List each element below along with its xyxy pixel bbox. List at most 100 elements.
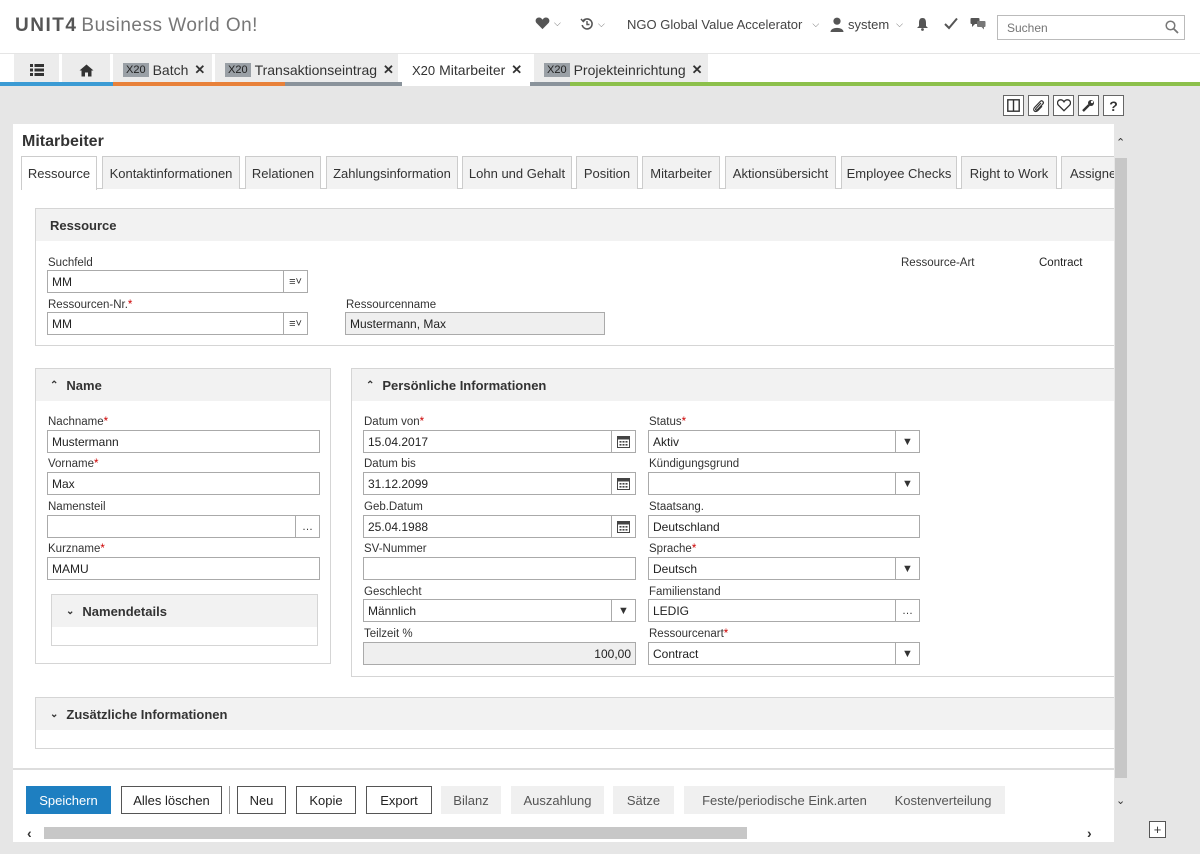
tab-ressource[interactable]: Ressource [21, 156, 97, 190]
paperclip-icon [1033, 99, 1044, 112]
geb-datum-input[interactable]: 25.04.1988 [363, 515, 636, 538]
history-menu[interactable]: ⌵ [580, 17, 605, 31]
question-icon: ? [1109, 97, 1118, 114]
staatsang-input[interactable]: Deutschland [648, 515, 920, 538]
tab-assignments[interactable]: Assigne [1061, 156, 1114, 189]
suchfeld-input[interactable]: MM ≡˅ [47, 270, 308, 293]
list-dropdown-icon[interactable]: ≡˅ [283, 313, 307, 334]
tab-kontaktinformationen[interactable]: Kontaktinformationen [102, 156, 240, 189]
nachname-label: Nachname* [48, 416, 109, 428]
close-icon[interactable]: ✕ [194, 62, 205, 78]
tab-relationen[interactable]: Relationen [245, 156, 321, 189]
familienstand-label: Familienstand [649, 586, 721, 598]
ressourcen-nr-input[interactable]: MM ≡˅ [47, 312, 308, 335]
close-icon[interactable]: ✕ [511, 62, 522, 78]
sprache-select[interactable]: Deutsch ▼ [648, 557, 920, 580]
vorname-input[interactable]: Max [47, 472, 320, 495]
attachments-button[interactable] [1028, 95, 1049, 116]
section-header[interactable]: ⌄ Namendetails [52, 595, 317, 627]
export-button[interactable]: Export [366, 786, 432, 814]
tab-right-to-work[interactable]: Right to Work [961, 156, 1057, 189]
geschlecht-select[interactable]: Männlich ▼ [363, 599, 636, 622]
fixed-income-types-button[interactable]: Feste/periodische Eink.arten [684, 786, 885, 814]
section-header[interactable]: ⌃ Name [36, 369, 330, 401]
calendar-icon[interactable] [611, 431, 635, 452]
kuendigungsgrund-select[interactable]: ▼ [648, 472, 920, 495]
tab-employee-checks[interactable]: Employee Checks [841, 156, 957, 189]
scroll-down-icon[interactable]: ⌄ [1116, 794, 1125, 807]
dropdown-arrow-icon[interactable]: ▼ [611, 600, 635, 621]
checkmark-icon [944, 17, 958, 30]
tab-badge: X20 [123, 63, 149, 77]
dropdown-arrow-icon[interactable]: ▼ [895, 473, 919, 494]
history-icon [580, 18, 593, 30]
status-select[interactable]: Aktiv ▼ [648, 430, 920, 453]
calendar-icon[interactable] [611, 473, 635, 494]
messages-button[interactable] [970, 17, 986, 30]
cost-distribution-button[interactable]: Kostenverteilung [881, 786, 1005, 814]
sv-nummer-label: SV-Nummer [364, 543, 427, 555]
section-header[interactable]: ⌄ Zusätzliche Informationen [36, 698, 1114, 730]
favorite-button[interactable] [1053, 95, 1074, 116]
horizontal-scroll-thumb[interactable] [44, 827, 747, 839]
payout-button[interactable]: Auszahlung [511, 786, 604, 814]
dropdown-arrow-icon[interactable]: ▼ [895, 643, 919, 664]
dropdown-arrow-icon[interactable]: ▼ [895, 431, 919, 452]
tab-aktionsuebersicht[interactable]: Aktionsübersicht [725, 156, 836, 189]
rates-button[interactable]: Sätze [613, 786, 674, 814]
tab-badge: X20 [225, 63, 251, 77]
section-title: Name [66, 377, 102, 393]
new-button[interactable]: Neu [237, 786, 286, 814]
tab-badge: X20 [412, 62, 436, 78]
tab-mitarbeiter-sub[interactable]: Mitarbeiter [642, 156, 720, 189]
tab-position[interactable]: Position [576, 156, 638, 189]
search-input[interactable] [998, 16, 1158, 39]
scroll-right-icon[interactable]: › [1087, 825, 1092, 841]
notifications-button[interactable] [916, 17, 929, 31]
tab-label: Mitarbeiter [439, 62, 506, 78]
section-title: Persönliche Informationen [382, 377, 547, 393]
copy-button[interactable]: Kopie [296, 786, 356, 814]
familienstand-input[interactable]: LEDIG … [648, 599, 920, 622]
search-icon[interactable] [1165, 20, 1179, 34]
user-name: system [848, 17, 890, 32]
datum-von-input[interactable]: 15.04.2017 [363, 430, 636, 453]
close-icon[interactable]: ✕ [692, 62, 703, 78]
tasks-button[interactable] [944, 17, 958, 30]
add-panel-button[interactable]: + [1149, 821, 1166, 838]
favorites-menu[interactable]: ⌵ [535, 17, 561, 30]
user-menu[interactable]: system ⌵ [830, 17, 903, 32]
ressourcenart-select[interactable]: Contract ▼ [648, 642, 920, 665]
collapse-icon: ⌃ [50, 379, 59, 391]
company-selector[interactable]: NGO Global Value Accelerator ⌵ [627, 17, 819, 32]
dropdown-arrow-icon[interactable]: ▼ [895, 558, 919, 579]
page-toolbar: ? [1003, 95, 1124, 116]
settings-button[interactable] [1078, 95, 1099, 116]
geschlecht-value: Männlich [368, 603, 417, 618]
nachname-input[interactable]: Mustermann [47, 430, 320, 453]
tab-mitarbeiter[interactable]: X20 Mitarbeiter ✕ [402, 54, 530, 86]
vertical-scroll-thumb[interactable] [1115, 158, 1127, 778]
save-button[interactable]: Speichern [26, 786, 111, 814]
scroll-up-icon[interactable]: ⌃ [1116, 136, 1125, 149]
divider [229, 786, 230, 814]
kurzname-input[interactable]: MAMU [47, 557, 320, 580]
namensteil-input[interactable]: … [47, 515, 320, 538]
sv-nummer-input[interactable] [363, 557, 636, 580]
ressourcenname-field: Mustermann, Max [345, 312, 605, 335]
scroll-left-icon[interactable]: ‹ [27, 825, 32, 841]
more-options-icon[interactable]: … [895, 600, 919, 621]
clear-all-button[interactable]: Alles löschen [121, 786, 222, 814]
tab-lohn-und-gehalt[interactable]: Lohn und Gehalt [462, 156, 572, 189]
section-header: Ressource [36, 209, 1114, 241]
datum-bis-input[interactable]: 31.12.2099 [363, 472, 636, 495]
layout-toggle-button[interactable] [1003, 95, 1024, 116]
help-button[interactable]: ? [1103, 95, 1124, 116]
close-icon[interactable]: ✕ [383, 62, 394, 78]
balance-button[interactable]: Bilanz [441, 786, 501, 814]
section-header[interactable]: ⌃ Persönliche Informationen [352, 369, 1114, 401]
list-dropdown-icon[interactable]: ≡˅ [283, 271, 307, 292]
calendar-icon[interactable] [611, 516, 635, 537]
tab-zahlungsinformation[interactable]: Zahlungsinformation [326, 156, 458, 189]
more-options-icon[interactable]: … [295, 516, 319, 537]
